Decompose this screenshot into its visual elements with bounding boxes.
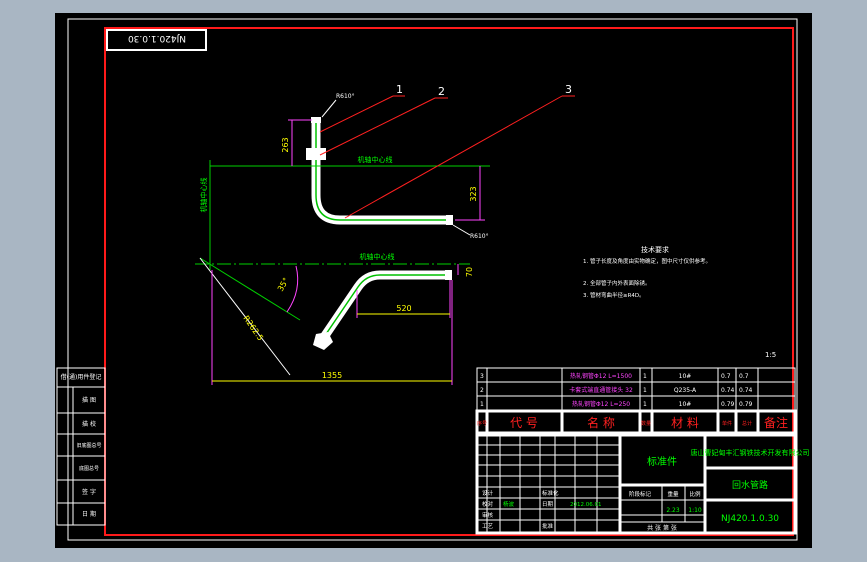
part-type: 标准件 [647,456,677,468]
date-value: 2012.06.01 [570,502,602,508]
bend-label-bottom: R610° [470,233,489,240]
bom-row-0-no: 3 [480,373,484,380]
dim-R-text: R262.5 [241,314,265,342]
bom-row-1-no: 2 [480,387,484,394]
bom-row-2-qty: 1 [643,401,647,408]
dim-1355-text: 1355 [322,371,342,380]
pipe-end-right [446,215,453,225]
company-name: 唐山曹妃甸丰汇钢铁技术开发有限公司 [691,448,810,457]
left-col-4: 底图总号 [79,465,99,472]
left-col-5: 签 字 [82,488,96,496]
tech-req-title: 技术要求 [641,245,669,254]
scale-label: 比例 [689,490,701,498]
leader-2 [319,97,436,156]
bom-header-no: 序号 [477,420,487,427]
bom-header-name: 名 称 [587,415,615,430]
bom-row-2-name: 热轧钢管Φ12 L=250 [572,400,630,408]
bom-row-0-w1: 0.7 [721,373,731,380]
left-col-2: 描 校 [82,420,96,428]
centerline-label-vertical: 机轴中心线 [199,178,208,213]
dim-520-text: 520 [396,304,411,313]
title-left-label-1: 校对 [482,500,494,508]
bom-header-unit: 单件 [722,420,732,427]
designer-name: 杨波 [503,500,515,508]
drawing-number-text: NJ420.1.0.30 [128,33,186,43]
bom-header-total: 总计 [742,420,752,427]
title-left-label-3: 工艺 [482,523,494,530]
tech-req-item-3: 3. 管材弯曲半径≥R4D。 [583,291,645,299]
part-name: 回水管路 [732,479,768,491]
title-left-label-2: 审核 [482,511,494,519]
bom-header-material: 材 料 [671,416,699,430]
balloon-3: 3 [565,83,572,96]
tech-req-item-1: 1. 管子长度及角度由实物确定，图中尺寸仅供参考。 [583,257,711,265]
pipe-end-plan [445,270,452,280]
sheets-text: 共 张 第 张 [647,524,677,532]
bom-row-1-material: Q235-A [674,387,697,394]
dim-323-text: 323 [469,186,478,201]
stage-label: 阶段标记 [629,490,652,498]
bom-row-1-w2: 0.74 [739,387,753,394]
bom-rows: 3 热轧钢管Φ12 L=1500 1 10# 0.7 0.7 2 卡套式端直通管… [480,372,753,408]
bom-row-0-w2: 0.7 [739,373,749,380]
bend-label-top: R610° [336,93,355,100]
bom-row-2-no: 1 [480,401,484,408]
drawing-number: NJ420.1.0.30 [721,514,779,524]
angle-arc [286,265,299,313]
weight-label: 重量 [667,490,679,498]
title-left-label-0: 设计 [482,489,494,497]
bom-row-0-name: 热轧钢管Φ12 L=1500 [570,372,632,380]
title-left-label-5: 批准 [542,522,554,530]
bom-row-1-name: 卡套式端直通管接头 32 [569,386,633,394]
leader-bend-bottom [452,224,471,236]
scale-note: 1:5 [765,351,776,359]
pipe-end-top [311,117,321,123]
leader-bend-top [321,99,337,118]
left-col-1: 描 图 [82,396,96,404]
pipe-plan [318,270,450,343]
bom-row-1-w1: 0.74 [721,387,735,394]
left-col-6: 日 期 [82,510,96,518]
bom-header-qty: 数量 [641,420,651,427]
dim-263-text: 263 [281,137,290,152]
bom-header-remark: 备注 [764,415,788,430]
bom-row-2-w1: 0.79 [721,401,735,408]
bom-row-1-qty: 1 [643,387,647,394]
dim-35-text: 35° [276,276,291,293]
centerline-label-elevation: 机轴中心线 [358,155,393,164]
drawing-border [104,27,794,536]
left-col-3: 旧底图总号 [76,442,101,449]
scale-value: 1:10 [688,507,702,514]
balloon-1: 1 [396,83,403,96]
bom-row-0-qty: 1 [643,373,647,380]
bom-row-0-material: 10# [679,373,692,380]
date-label: 日期 [542,501,554,508]
weight-value: 2.23 [666,507,680,514]
bom-row-2-w2: 0.79 [739,401,753,408]
tech-req-item-2: 2. 全部管子内外表面除锈。 [583,279,651,287]
leader-1 [319,95,394,133]
cad-drawing: NJ420.1.0.30 机轴中心线 机轴中心线 263 323 R610° R… [56,18,810,541]
left-col-0: 借(通)用件登记 [61,373,102,381]
dim-70-text: 70 [465,267,474,277]
bom-row-2-material: 10# [679,401,692,408]
centerline-label-plan: 机轴中心线 [360,252,395,261]
bom-header-code: 代 号 [510,416,538,430]
title-left-label-4: 标准化 [542,489,559,497]
balloon-2: 2 [438,85,445,98]
